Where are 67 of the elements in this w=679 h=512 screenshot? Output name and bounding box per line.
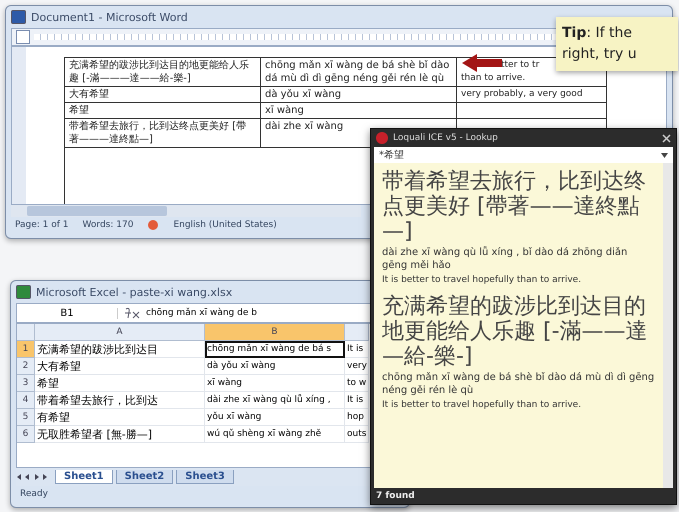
sheet-cell[interactable]: 带着希望去旅行，比到达 xyxy=(35,392,205,409)
entry-pinyin: chōng mǎn xī wàng de bá shè bǐ dào dá mù dì dì gēng néng gěi rén lè qù xyxy=(382,371,655,397)
fx-icon[interactable] xyxy=(122,307,142,319)
column-header[interactable] xyxy=(345,324,369,341)
row-header[interactable]: 1 xyxy=(17,341,35,358)
arrow-icon xyxy=(462,54,502,72)
horizontal-scrollbar[interactable] xyxy=(11,205,361,217)
sheet-cell[interactable]: dài zhe xī wàng qù lǚ xíng , xyxy=(205,392,345,409)
formula-text[interactable]: chōng mǎn xī wàng de b xyxy=(146,308,257,318)
excel-icon xyxy=(16,285,31,299)
cell-text: very probably, a very good xyxy=(461,88,583,101)
sheet-cell[interactable]: dà yǒu xī wàng xyxy=(205,358,345,375)
vertical-scrollbar[interactable] xyxy=(663,163,673,488)
name-box[interactable]: B1 xyxy=(17,308,118,318)
entry-hanzi: 带着希望去旅行，比到达终点更美好 [帶著——達終點—] xyxy=(382,169,647,244)
row-header[interactable]: 4 xyxy=(17,392,35,409)
column-header[interactable]: B xyxy=(205,324,345,341)
cell-text: tter to tr xyxy=(501,59,540,72)
word-icon xyxy=(11,10,26,24)
table-cell: 大有希望 xyxy=(65,87,261,103)
table-cell: dà yǒu xī wàng xyxy=(261,87,457,103)
result-count: 7 found xyxy=(376,491,415,501)
sheet-cell[interactable]: It is xyxy=(345,341,369,358)
row-header[interactable]: 3 xyxy=(17,375,35,392)
word-count: Words: 170 xyxy=(82,220,134,230)
tip-callout: Tip: If the right, try u xyxy=(556,17,678,71)
app-logo-icon xyxy=(376,132,388,144)
sheet-tab[interactable]: Sheet3 xyxy=(176,470,234,484)
sheet-cell[interactable]: xī wàng xyxy=(205,375,345,392)
sheet-cell[interactable]: yǒu xī wàng xyxy=(205,409,345,426)
table-cell: xī wàng xyxy=(261,103,457,119)
sheet-tab[interactable]: Sheet2 xyxy=(116,470,174,484)
sheet-cell[interactable]: It is xyxy=(345,392,369,409)
dropdown-caret-icon xyxy=(661,152,668,158)
entry-translation: It is better to travel hopefully than to arrive. xyxy=(382,274,582,286)
sheet-tab[interactable]: Sheet1 xyxy=(55,470,113,484)
sheet-cell[interactable]: chōng mǎn xī wàng de bá s xyxy=(205,341,345,358)
sheet-cell[interactable]: very xyxy=(345,358,369,375)
sheet-cell[interactable]: outs xyxy=(345,426,369,443)
close-icon[interactable] xyxy=(662,134,671,142)
cell-text: than to arrive. xyxy=(461,72,526,85)
select-all-corner[interactable] xyxy=(17,324,35,341)
table-cell: 充满希望的跋涉比到达目的地更能给人乐趣 [-滿———達——給-樂-] xyxy=(65,58,261,87)
window-title: Document1 - Microsoft Word xyxy=(31,10,188,24)
sheet-cell[interactable]: to w xyxy=(345,375,369,392)
page-count: Page: 1 of 1 xyxy=(15,220,69,230)
sheet-cell[interactable]: 希望 xyxy=(35,375,205,392)
table-cell: 希望 xyxy=(65,103,261,119)
sheet-cell[interactable]: 大有希望 xyxy=(35,358,205,375)
entry-hanzi: 充满希望的跋涉比到达目的地更能给人乐趣 [-滿——達—給-樂-] xyxy=(382,294,649,369)
column-header[interactable]: A xyxy=(35,324,205,341)
tab-stop-icon[interactable] xyxy=(16,30,30,44)
table-cell: 带着希望去旅行，比到达终点更美好 [帶著———達終點—] xyxy=(65,119,261,148)
row-header[interactable]: 2 xyxy=(17,358,35,375)
entry-pinyin: dài zhe xī wàng qù lǚ xíng , bǐ dào dá zhōng diǎn gēng měi hǎo xyxy=(382,246,628,272)
row-header[interactable]: 6 xyxy=(17,426,35,443)
sheet-cell[interactable]: wú qǔ shèng xī wàng zhě xyxy=(205,426,345,443)
sheet-cell[interactable]: 无取胜希望者 [無-勝—] xyxy=(35,426,205,443)
sheet-cell[interactable]: hop xyxy=(345,409,369,426)
sheet-cell[interactable]: 有希望 xyxy=(35,409,205,426)
status-text: Ready xyxy=(20,489,48,499)
language-label: English (United States) xyxy=(173,220,277,230)
sheet-cell[interactable]: 充满希望的跋涉比到达目 xyxy=(35,341,205,358)
row-header[interactable]: 5 xyxy=(17,409,35,426)
search-field[interactable]: *希望 xyxy=(374,147,673,163)
entry-translation: It is better to travel hopefully than to arrive. xyxy=(382,399,582,411)
window-title: Microsoft Excel - paste-xi wang.xlsx xyxy=(36,286,232,298)
